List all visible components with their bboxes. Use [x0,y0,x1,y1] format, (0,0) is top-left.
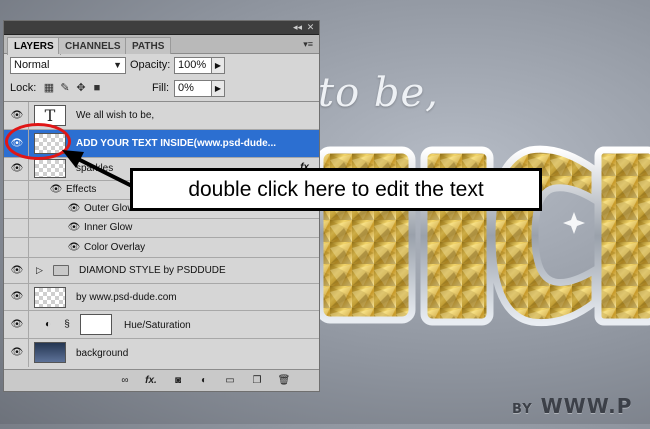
effect-name: Color Overlay [84,242,146,253]
add-layer-style-icon[interactable]: fx. [143,374,159,388]
fill-field[interactable]: 0% [174,80,212,97]
blend-mode-select[interactable]: Normal ▼ [10,57,126,74]
tab-layers[interactable]: LAYERS [7,37,61,55]
tab-paths[interactable]: PATHS [125,37,172,54]
layer-name: background [76,348,129,359]
effect-row-color-overlay[interactable]: 👁 Color Overlay [4,238,319,258]
effects-label: Effects [66,184,97,195]
tab-channels[interactable]: CHANNELS [58,37,128,54]
layer-row-background[interactable]: 👁 background [4,339,319,367]
lock-pixels-icon[interactable]: ✎ [59,82,71,94]
layer-thumbnail-icon [34,159,66,178]
lock-fill-row: Lock: ▦ ✎ ✥ ■ Fill: 0% ▶ [4,79,319,101]
eye-icon[interactable]: 👁 [9,163,25,175]
layer-thumbnail-icon [34,342,66,363]
eye-icon[interactable]: 👁 [66,203,82,215]
fill-slider-button[interactable]: ▶ [211,80,225,97]
credit-text: BY WWW.P [512,394,633,418]
lock-label: Lock: [10,82,37,94]
eye-icon[interactable]: 👁 [9,291,25,303]
panel-menu-icon[interactable]: ▾≡ [303,39,313,50]
expand-triangle-icon[interactable]: ▷ [36,265,43,276]
link-layers-icon[interactable]: ∞ [117,374,133,388]
new-layer-icon[interactable]: ❐ [249,374,265,388]
layer-name: We all wish to be, [76,110,155,121]
eye-icon[interactable]: 👁 [66,242,82,254]
layer-row-by-psd-dude[interactable]: 👁 by www.psd-dude.com [4,284,319,311]
layer-row-diamond-style-group[interactable]: 👁 ▷ DIAMOND STYLE by PSDDUDE [4,258,319,284]
effect-name: Outer Glow [84,203,135,214]
eye-icon[interactable]: 👁 [48,184,64,196]
collapse-icon[interactable]: ◂◂ [292,22,303,33]
lock-all-icon[interactable]: ■ [91,82,103,94]
chain-link-icon[interactable]: § [62,319,72,331]
layer-row-hue-saturation[interactable]: 👁 ◐ § Hue/Saturation [4,311,319,339]
folder-icon [53,265,69,276]
eye-icon[interactable]: 👁 [66,222,82,234]
adjustment-layer-icon: ◐ [44,319,52,330]
opacity-label: Opacity: [130,59,171,71]
panel-titlebar[interactable]: ◂◂ ✕ [4,21,319,35]
lock-position-icon[interactable]: ✥ [75,82,87,94]
panel-tabs: LAYERS CHANNELS PATHS ▾≡ [4,35,319,55]
layer-name: sparkles [76,163,114,174]
layer-mask-thumbnail-icon[interactable] [80,314,112,335]
chevron-down-icon: ▼ [113,60,122,70]
opacity-slider-button[interactable]: ▶ [211,57,225,74]
close-icon[interactable]: ✕ [305,22,316,33]
fill-label: Fill: [152,82,170,94]
eye-icon[interactable]: 👁 [9,110,25,122]
add-mask-icon[interactable]: ◙ [170,374,186,388]
eye-icon[interactable]: 👁 [9,319,25,331]
layer-name: ADD YOUR TEXT INSIDE(www.psd-dude... [76,138,277,149]
eye-icon[interactable]: 👁 [9,265,25,277]
panel-footer-toolbar: ∞ fx. ◙ ◐ ▭ ❐ 🗑 [4,369,319,391]
script-text-artwork: to be, [318,70,439,116]
new-group-icon[interactable]: ▭ [222,374,238,388]
layer-name: by www.psd-dude.com [76,292,177,303]
eye-icon[interactable]: 👁 [9,347,25,359]
layer-thumbnail-icon [34,287,66,308]
lock-transparency-icon[interactable]: ▦ [43,82,55,94]
annotation-highlight-ring [5,123,71,160]
blend-opacity-row: Normal ▼ Opacity: 100% ▶ [4,56,319,78]
layer-name: Hue/Saturation [124,320,191,331]
effect-name: Inner Glow [84,222,133,233]
opacity-field[interactable]: 100% [174,57,212,74]
annotation-callout: double click here to edit the text [130,168,542,211]
trash-icon[interactable]: 🗑 [276,374,292,388]
layer-name: DIAMOND STYLE by PSDDUDE [79,265,226,276]
effect-row-inner-glow[interactable]: 👁 Inner Glow [4,219,319,238]
adjustment-layer-icon[interactable]: ◐ [196,374,212,388]
